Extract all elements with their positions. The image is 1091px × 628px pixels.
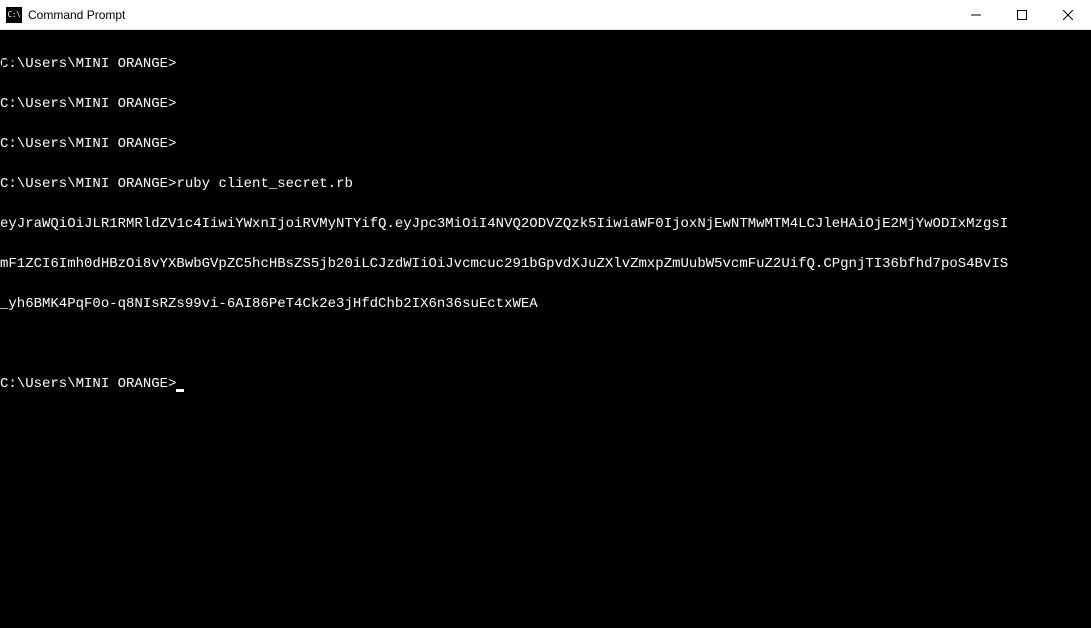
output-line: mF1ZCI6Imh0dHBzOi8vYXBwbGVpZC5hcHBsZS5jb… xyxy=(0,254,1091,274)
minimize-icon xyxy=(971,10,981,20)
command-prompt-window: C:\ Command Prompt C:\Users\MINI ORANGE>… xyxy=(0,0,1091,628)
prompt-line: C:\Users\MINI ORANGE> xyxy=(0,54,1091,74)
prompt-line-active: C:\Users\MINI ORANGE> xyxy=(0,374,1091,394)
window-title: Command Prompt xyxy=(28,8,125,22)
prompt-line: C:\Users\MINI ORANGE> xyxy=(0,134,1091,154)
maximize-button[interactable] xyxy=(999,0,1045,30)
terminal-area[interactable]: C:\Users\MINI ORANGE> C:\Users\MINI ORAN… xyxy=(0,30,1091,628)
close-icon xyxy=(1063,10,1073,20)
close-button[interactable] xyxy=(1045,0,1091,30)
command-line: C:\Users\MINI ORANGE>ruby client_secret.… xyxy=(0,174,1091,194)
titlebar[interactable]: C:\ Command Prompt xyxy=(0,0,1091,30)
cursor xyxy=(176,389,184,392)
blank-line xyxy=(0,334,1091,354)
output-line: _yh6BMK4PqF0o-q8NIsRZs99vi-6AI86PeT4Ck2e… xyxy=(0,294,1091,314)
prompt-line: C:\Users\MINI ORANGE> xyxy=(0,94,1091,114)
cmd-icon: C:\ xyxy=(6,7,22,23)
output-line: eyJraWQiOiJLR1RMRldZV1c4IiwiYWxnIjoiRVMy… xyxy=(0,214,1091,234)
minimize-button[interactable] xyxy=(953,0,999,30)
window-controls xyxy=(953,0,1091,30)
maximize-icon xyxy=(1017,10,1027,20)
